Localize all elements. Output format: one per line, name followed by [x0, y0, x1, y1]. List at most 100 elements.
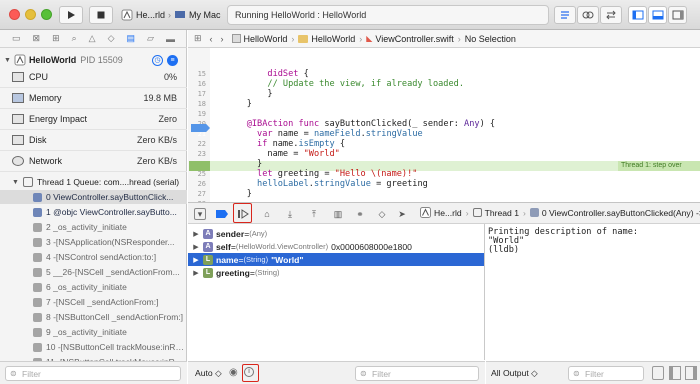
source-editor: ⊞ ‹ › HelloWorld › HelloWorld › ◣ ViewCo… [188, 30, 700, 228]
stack-frame-row[interactable]: 10 -[NSButtonCell trackMouse:inRect:o... [0, 340, 187, 354]
scheme-app-label: He...rld [136, 10, 166, 20]
stack-frame-row[interactable]: 2 _os_activity_initiate [0, 220, 187, 234]
split-right-icon[interactable] [685, 366, 697, 380]
gauge-label: CPU [29, 72, 49, 82]
warning-icon[interactable]: △ [89, 33, 96, 44]
line-number: 26 [197, 180, 206, 188]
eye-icon[interactable]: ◉ [229, 367, 238, 378]
jump-file[interactable]: ViewController.swift [375, 34, 453, 44]
hierarchy-icon[interactable]: ⊞ [52, 33, 60, 44]
gauge-memory[interactable]: Memory 19.8 MB [0, 88, 187, 109]
disclosure-triangle-icon[interactable]: ▶ [191, 230, 201, 238]
scheme-device-label: My Mac [189, 10, 221, 20]
stack-frame-row[interactable]: 6 _os_activity_initiate [0, 280, 187, 294]
activity-status: Running HelloWorld : HelloWorld [227, 5, 549, 25]
breakpoint-marker[interactable] [191, 124, 210, 132]
jump-symbol[interactable]: No Selection [465, 34, 516, 44]
jump-group[interactable]: HelloWorld [311, 34, 355, 44]
disclosure-triangle-icon[interactable]: ▶ [191, 256, 201, 264]
chevron-right-icon: › [465, 207, 469, 218]
minimize-window-button[interactable] [25, 9, 36, 20]
gauge-energy[interactable]: Energy Impact Zero [0, 109, 187, 130]
thread-row[interactable]: ▼ Thread 1 Queue: com....hread (serial) [0, 175, 187, 189]
run-button[interactable] [59, 6, 83, 24]
stop-button[interactable] [89, 6, 113, 24]
jump-project[interactable]: HelloWorld [244, 34, 288, 44]
disclosure-triangle-icon[interactable]: ▶ [191, 243, 201, 251]
search-icon[interactable]: ⌕ [72, 33, 77, 44]
console-output-select[interactable]: All Output ◇ [491, 368, 538, 379]
stack-frame-row[interactable]: 3 -[NSApplication(NSResponder... [0, 235, 187, 249]
toggle-debug-area-button[interactable] [648, 6, 667, 24]
environment-overrides-icon[interactable]: ◇ [376, 208, 388, 220]
gauge-cpu[interactable]: CPU 0% [0, 67, 187, 88]
debug-path-frame[interactable]: 0 ViewController.sayButtonClicked(Any) -… [542, 208, 700, 218]
variable-row[interactable]: ▶ Asender = (Any) [188, 227, 484, 240]
test-icon[interactable]: ◇ [108, 33, 115, 44]
breakpoints-toggle-icon[interactable] [216, 208, 228, 220]
source-control-icon[interactable]: ⊠ [33, 33, 41, 44]
disclosure-triangle-icon[interactable]: ▼ [12, 179, 19, 186]
scheme-selector[interactable]: He...rld › My Mac [121, 6, 221, 24]
disclosure-triangle-icon[interactable]: ▶ [191, 269, 201, 277]
line-number: 16 [197, 80, 206, 88]
zoom-window-button[interactable] [41, 9, 52, 20]
code-line: if name.isEmpty { [257, 139, 346, 149]
gauge-network[interactable]: Network Zero KB/s [0, 151, 187, 172]
debug-navigator-icon[interactable]: ▤ [127, 33, 136, 44]
toggle-utilities-button[interactable] [668, 6, 687, 24]
variables-filter-field[interactable]: ⊜ Filter [355, 366, 479, 381]
variables-scope-select[interactable]: Auto ◇ [195, 368, 222, 379]
stack-frame-label: 2 _os_activity_initiate [46, 222, 127, 232]
navigator-filter-field[interactable]: ⊜ Filter [5, 366, 181, 381]
console-filter-field[interactable]: ⊜ Filter [568, 366, 644, 381]
split-left-icon[interactable] [669, 366, 681, 380]
view-debugger-icon[interactable]: ▥ [332, 208, 344, 220]
debug-path-thread[interactable]: Thread 1 [485, 208, 519, 218]
step-out-icon[interactable]: ⤒ [308, 208, 320, 220]
variable-row[interactable]: ▶ Lname = (String) "World" [188, 253, 484, 266]
frame-icon [529, 208, 539, 217]
variable-type: (String) [243, 255, 269, 264]
report-icon[interactable]: ▬ [166, 34, 175, 44]
breakpoint-icon[interactable]: ▱ [147, 33, 154, 44]
code-line: let greeting = "Hello \(name)!" [257, 169, 418, 179]
stack-frame-row[interactable]: 5 __26-[NSCell _sendActionFrom... [0, 265, 187, 279]
gauge-disk[interactable]: Disk Zero KB/s [0, 130, 187, 151]
variable-row[interactable]: ▶ Lgreeting = (String) [188, 266, 484, 279]
folder-icon [298, 34, 309, 43]
swift-file-icon: ◣ [366, 34, 373, 43]
stack-frame-row[interactable]: 7 -[NSCell _sendActionFrom:] [0, 295, 187, 309]
console-view[interactable]: Printing description of name: "World" (l… [486, 224, 700, 360]
stack-frame-row[interactable]: 8 -[NSButtonCell _sendActionFrom:] [0, 310, 187, 324]
assistant-editor-button[interactable] [577, 6, 599, 24]
stopwatch-icon[interactable]: ◷ [152, 54, 163, 66]
standard-editor-button[interactable] [554, 6, 576, 24]
version-editor-button[interactable] [600, 6, 622, 24]
forward-icon[interactable]: › [221, 34, 224, 44]
disclosure-triangle-icon[interactable]: ▼ [4, 57, 11, 64]
folder-icon[interactable]: ▭ [12, 33, 21, 44]
step-into-icon[interactable]: ⤓ [284, 208, 296, 220]
variable-row[interactable]: ▶ Aself = (HelloWorld.ViewController) 0x00… [188, 240, 484, 253]
trash-icon[interactable] [652, 366, 664, 380]
instruction-pointer[interactable] [189, 161, 210, 171]
stack-frame-row[interactable]: 0 ViewController.sayButtonClick... [0, 190, 187, 204]
stack-frame-row[interactable]: 9 _os_activity_initiate [0, 325, 187, 339]
chevron-right-icon: › [291, 33, 295, 44]
line-number: 27 [197, 190, 206, 198]
stack-frame-row[interactable]: 1 @objc ViewController.sayButto... [0, 205, 187, 219]
close-window-button[interactable] [9, 9, 20, 20]
back-icon[interactable]: ‹ [210, 34, 213, 44]
hide-debug-area-icon[interactable]: ▾ [194, 208, 206, 220]
line-number: 23 [197, 150, 206, 158]
stack-frame-row[interactable]: 4 -[NSControl sendAction:to:] [0, 250, 187, 264]
simulate-location-icon[interactable]: ➤ [396, 208, 408, 220]
step-over-icon[interactable]: ⌂ [261, 208, 273, 220]
memory-graph-icon[interactable]: ⚭ [354, 208, 366, 220]
related-items-icon[interactable]: ⊞ [194, 33, 202, 44]
toggle-navigator-button[interactable] [628, 6, 647, 24]
variables-view: ▶ Asender = (Any) ▶ Aself = (HelloWorld.Vie… [188, 224, 485, 360]
debug-path-app[interactable]: He...rld [434, 208, 462, 218]
options-icon[interactable]: ≡ [167, 54, 178, 66]
